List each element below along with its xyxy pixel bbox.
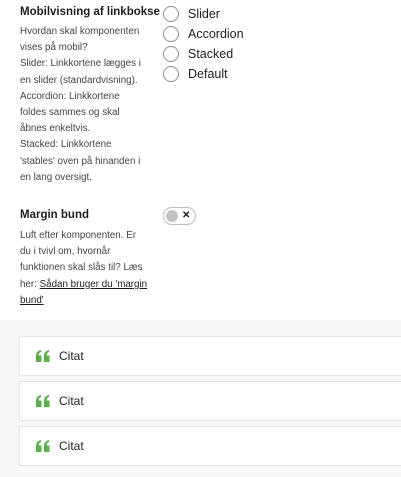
quote-block[interactable]: Citat	[19, 426, 401, 466]
close-icon: ✕	[182, 210, 191, 221]
radio-button[interactable]	[163, 26, 179, 42]
description-line: 'stables' oven på hinanden i	[20, 155, 141, 167]
margin-setting-description: Luft efter komponenten. Er du i tvivl om…	[20, 228, 148, 309]
radio-option-stacked[interactable]: Stacked	[163, 44, 244, 64]
description-line: vises på mobil?	[20, 42, 88, 54]
description-line: Stacked: Linkkortene	[20, 139, 112, 151]
toggle-knob	[166, 210, 178, 222]
quote-icon	[36, 394, 52, 408]
description-line: du i tvivl om, hvornår	[20, 246, 111, 258]
margin-help-link-continued[interactable]: bund'	[20, 295, 44, 306]
description-line: foldes sammes og skal	[20, 107, 120, 119]
description-line: en lang oversigt.	[20, 171, 92, 183]
margin-help-link[interactable]: Sådan bruger du 'margin	[40, 279, 148, 290]
linkbox-radio-group: Slider Accordion Stacked Default	[163, 4, 244, 84]
radio-label: Stacked	[188, 47, 234, 61]
margin-toggle[interactable]: ✕	[163, 207, 196, 225]
description-line: Accordion: Linkkortene	[20, 90, 120, 102]
description-line: funktionen skal slås til? Læs	[20, 262, 143, 274]
description-line: her: Sådan bruger du 'margin	[20, 277, 148, 293]
radio-label: Accordion	[188, 27, 244, 41]
margin-setting-label: Margin bund	[20, 209, 89, 221]
quote-block[interactable]: Citat	[19, 381, 401, 421]
description-line: åbnes enkeltvis.	[20, 123, 91, 135]
description-line: bund'	[20, 293, 148, 309]
block-label: Citat	[59, 439, 84, 453]
radio-label: Default	[188, 67, 228, 81]
radio-option-slider[interactable]: Slider	[163, 4, 244, 24]
linkbox-setting-description: Hvordan skal komponenten vises på mobil?…	[20, 24, 148, 186]
block-label: Citat	[59, 349, 84, 363]
description-line: Slider: Linkkortene lægges i	[20, 58, 141, 70]
radio-label: Slider	[188, 7, 220, 21]
radio-button[interactable]	[163, 6, 179, 22]
description-line: Luft efter komponenten. Er	[20, 230, 136, 241]
radio-button[interactable]	[163, 46, 179, 62]
link-prefix: her:	[20, 278, 40, 290]
radio-button[interactable]	[163, 66, 179, 82]
linkbox-setting-label: Mobilvisning af linkbokse	[20, 6, 160, 18]
radio-option-default[interactable]: Default	[163, 64, 244, 84]
quote-icon	[36, 439, 52, 453]
quote-icon	[36, 349, 52, 363]
block-label: Citat	[59, 394, 84, 408]
settings-panel: Mobilvisning af linkbokse Hvordan skal k…	[0, 0, 401, 477]
description-line: en slider (standardvisning).	[20, 74, 138, 86]
radio-option-accordion[interactable]: Accordion	[163, 24, 244, 44]
description-line: Hvordan skal komponenten	[20, 26, 140, 37]
quote-block[interactable]: Citat	[19, 336, 401, 376]
